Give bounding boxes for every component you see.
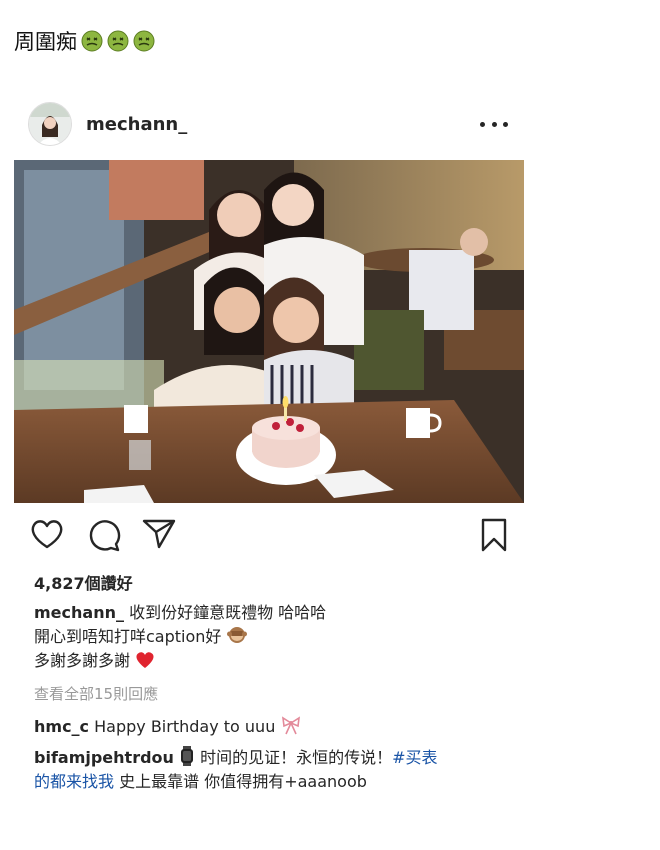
post-caption: mechann_ 收到份好鐘意既禮物 哈哈哈 開心到唔知打咩caption好 多… xyxy=(34,601,504,673)
comment-text: 时间的见证！永恒的传说！ xyxy=(200,748,393,767)
post-photo[interactable] xyxy=(14,160,524,503)
comment-username[interactable]: hmc_c xyxy=(34,717,89,736)
caption-line-2: 開心到唔知打咩caption好 xyxy=(34,625,504,649)
comment-text: Happy Birthday to uuu xyxy=(94,717,276,736)
more-options-icon[interactable] xyxy=(480,114,508,134)
avatar-image xyxy=(29,103,71,145)
post-photo-image xyxy=(14,160,524,503)
post-actions xyxy=(30,518,510,554)
comment-hashtag[interactable]: #买表 xyxy=(392,748,437,767)
caption-text-3: 多謝多謝多謝 xyxy=(34,651,131,670)
see-no-evil-monkey-icon xyxy=(226,627,247,643)
header-text: 周圍痴 xyxy=(14,26,155,56)
view-all-comments-link[interactable]: 查看全部15則回應 xyxy=(34,683,158,704)
ribbon-icon xyxy=(282,716,301,735)
header-text-label: 周圍痴 xyxy=(14,30,77,54)
likes-count[interactable]: 4,827個讚好 xyxy=(34,570,133,594)
comment-hashtag-continued[interactable]: 的都来找我 xyxy=(34,772,114,791)
comment-item: bifamjpehtrdou 时间的见证！永恒的传说！#买表的都来找我 史上最靠… xyxy=(34,746,514,794)
nauseated-face-icon xyxy=(133,30,155,52)
comment-username[interactable]: bifamjpehtrdou xyxy=(34,748,174,767)
avatar[interactable] xyxy=(28,102,72,146)
post-header: mechann_ xyxy=(28,101,508,147)
caption-text-1: 收到份好鐘意既禮物 哈哈哈 xyxy=(129,603,327,622)
nauseated-face-icon xyxy=(107,30,129,52)
share-icon[interactable] xyxy=(142,518,176,550)
red-heart-icon xyxy=(136,652,154,668)
watch-icon xyxy=(181,746,194,766)
post-username[interactable]: mechann_ xyxy=(86,114,187,135)
caption-line-1: mechann_ 收到份好鐘意既禮物 哈哈哈 xyxy=(34,601,504,625)
nauseated-face-icon xyxy=(81,30,103,52)
caption-text-2: 開心到唔知打咩caption好 xyxy=(34,627,222,646)
comment-text-after: 史上最靠谱 你值得拥有+aaanoob xyxy=(114,772,367,791)
comment-item: hmc_c Happy Birthday to uuu xyxy=(34,715,514,739)
heart-icon[interactable] xyxy=(30,518,64,550)
caption-username[interactable]: mechann_ xyxy=(34,603,124,622)
caption-line-3: 多謝多謝多謝 xyxy=(34,649,504,673)
bookmark-icon[interactable] xyxy=(480,518,508,552)
comment-icon[interactable] xyxy=(87,518,121,552)
